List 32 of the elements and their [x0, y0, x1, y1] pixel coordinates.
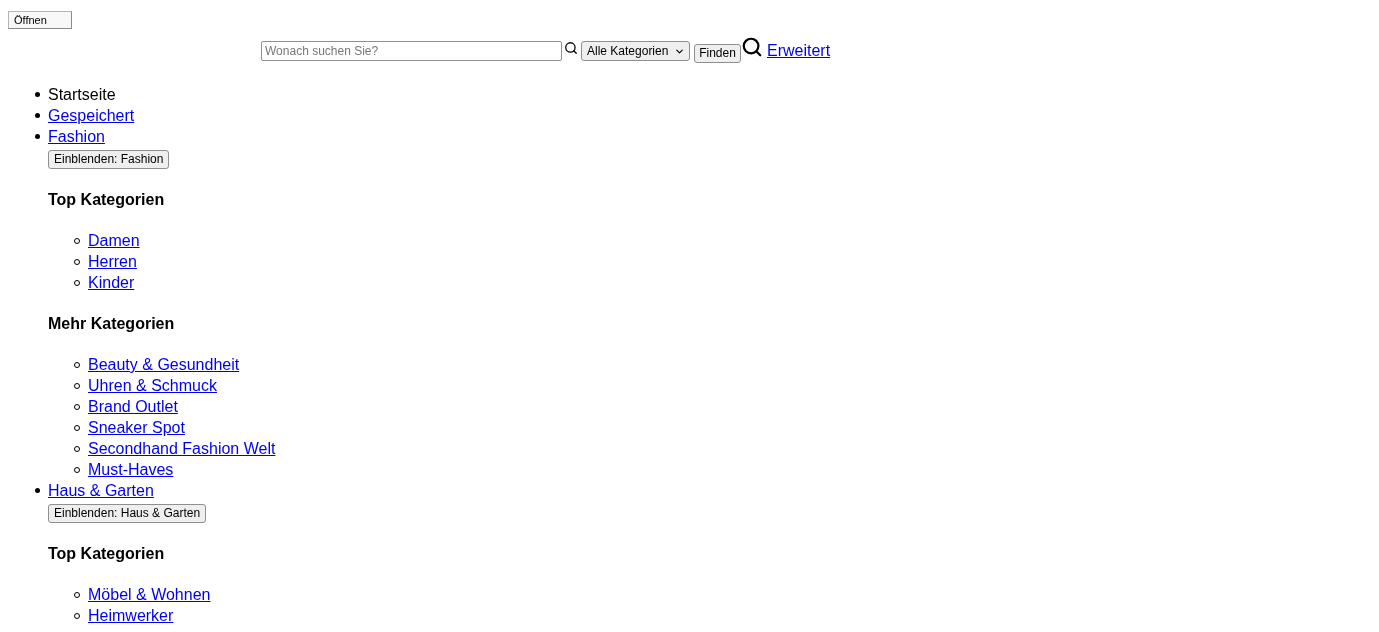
- category-link[interactable]: Heimwerker: [88, 605, 174, 626]
- nav-link[interactable]: Gespeichert: [48, 105, 135, 126]
- category-link[interactable]: Möbel & Wohnen: [88, 584, 211, 605]
- advanced-search-link[interactable]: Erweitert: [767, 40, 831, 61]
- category-select[interactable]: Alle Kategorien: [581, 41, 690, 61]
- expand-button[interactable]: Einblenden: Fashion: [48, 150, 170, 169]
- search-field[interactable]: Wonach suchen Sie?: [261, 41, 562, 61]
- section-heading: Top Kategorien: [48, 190, 165, 210]
- current-page-label: Startseite: [48, 85, 116, 105]
- bullet-icon: [35, 488, 40, 493]
- section-heading: Mehr Kategorien: [48, 314, 175, 334]
- section-heading: Top Kategorien: [48, 544, 165, 564]
- bullet-icon: [35, 92, 40, 97]
- category-link[interactable]: Must-Haves: [88, 459, 174, 480]
- search-icon[interactable]: [741, 36, 763, 58]
- nav-link[interactable]: Haus & Garten: [48, 480, 154, 501]
- category-link[interactable]: Brand Outlet: [88, 396, 178, 417]
- category-link[interactable]: Kinder: [88, 272, 135, 293]
- expand-button[interactable]: Einblenden: Haus & Garten: [48, 504, 207, 523]
- find-button[interactable]: Finden: [694, 44, 741, 63]
- open-button[interactable]: Öffnen: [8, 11, 72, 29]
- category-link[interactable]: Uhren & Schmuck: [88, 375, 217, 396]
- bullet-icon: [35, 134, 40, 139]
- category-link[interactable]: Beauty & Gesundheit: [88, 354, 240, 375]
- category-select-value: Alle Kategorien: [587, 43, 669, 60]
- category-link[interactable]: Sneaker Spot: [88, 417, 185, 438]
- bullet-icon: [35, 113, 40, 118]
- search-icon: [564, 41, 578, 55]
- category-link[interactable]: Herren: [88, 251, 137, 272]
- category-link[interactable]: Damen: [88, 230, 140, 251]
- nav-link[interactable]: Fashion: [48, 126, 105, 147]
- category-link[interactable]: Secondhand Fashion Welt: [88, 438, 276, 459]
